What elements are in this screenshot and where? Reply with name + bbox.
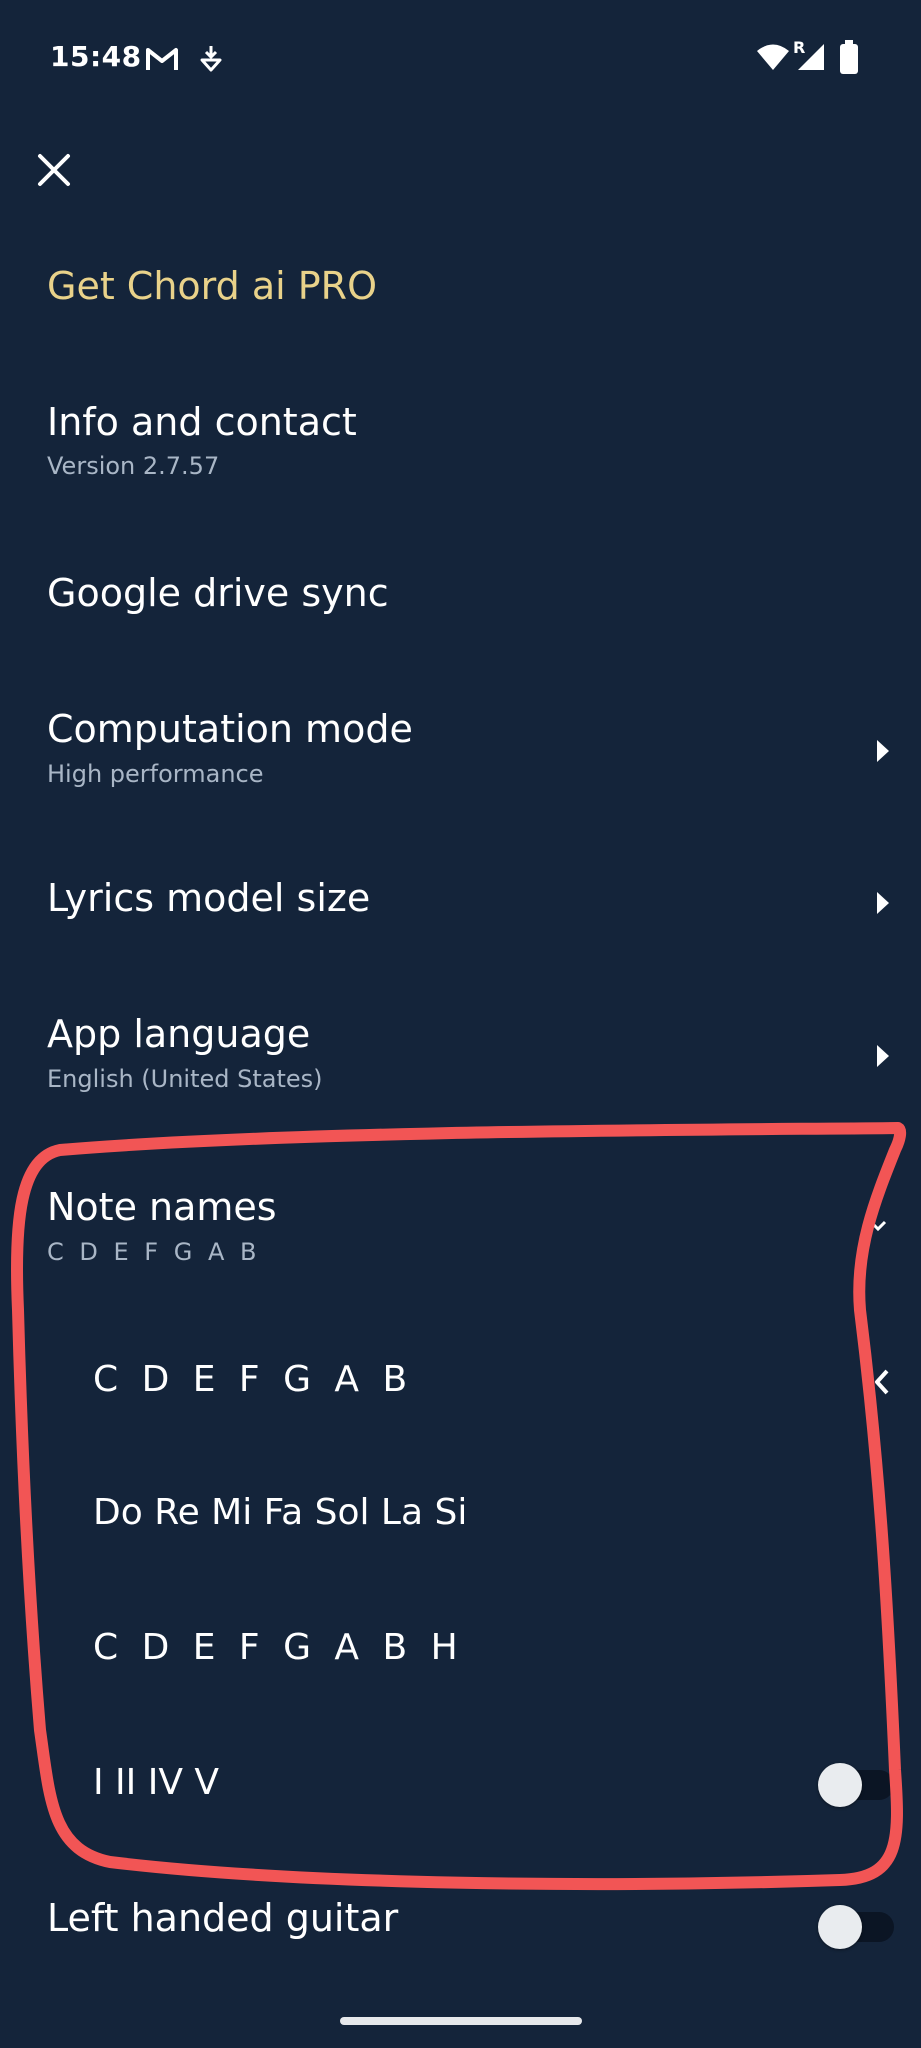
menu-item-google-drive-sync[interactable]: Google drive sync	[0, 545, 921, 645]
menu-item-lyrics-model-size[interactable]: Lyrics model size	[0, 860, 921, 960]
chevron-right-icon	[877, 740, 889, 762]
menu-item-get-pro[interactable]: Get Chord ai PRO	[0, 240, 921, 340]
lyrics-title: Lyrics model size	[47, 876, 371, 920]
chevron-left-icon	[875, 1369, 889, 1395]
signal-icon	[798, 44, 824, 70]
note-option-roman[interactable]: I II IV V	[0, 1730, 921, 1840]
note-names-value: C D E F G A B	[47, 1238, 261, 1266]
language-title: App language	[47, 1012, 311, 1056]
download-icon	[200, 46, 222, 72]
battery-icon	[840, 40, 858, 74]
note-option-label: C D E F G A B	[93, 1359, 414, 1400]
roman-toggle-knob[interactable]	[818, 1763, 862, 1807]
note-option-label: C D E F G A B H	[93, 1627, 464, 1668]
version-label: Version 2.7.57	[47, 452, 220, 480]
left-handed-title: Left handed guitar	[47, 1896, 399, 1940]
info-title: Info and contact	[47, 400, 357, 444]
computation-title: Computation mode	[47, 707, 413, 751]
menu-item-note-names[interactable]: Note names C D E F G A B	[0, 1165, 921, 1285]
gmail-icon	[146, 48, 178, 70]
get-pro-label: Get Chord ai PRO	[47, 264, 377, 308]
menu-item-left-handed-guitar[interactable]: Left handed guitar	[0, 1870, 921, 1980]
menu-item-app-language[interactable]: App language English (United States)	[0, 995, 921, 1115]
note-option-cdefgabh[interactable]: C D E F G A B H	[0, 1595, 921, 1705]
computation-value: High performance	[47, 760, 264, 788]
note-option-cdefgab[interactable]: C D E F G A B	[0, 1325, 921, 1435]
note-option-solfege[interactable]: Do Re Mi Fa Sol La Si	[0, 1460, 921, 1570]
chevron-right-icon	[877, 1045, 889, 1067]
home-indicator[interactable]	[340, 2017, 582, 2025]
menu-item-computation-mode[interactable]: Computation mode High performance	[0, 690, 921, 810]
note-option-label: Do Re Mi Fa Sol La Si	[93, 1492, 468, 1533]
wifi-icon	[757, 44, 789, 70]
note-names-title: Note names	[47, 1185, 277, 1229]
chevron-down-icon	[869, 1220, 887, 1232]
note-option-label: I II IV V	[93, 1762, 220, 1803]
close-icon[interactable]	[36, 152, 72, 188]
language-value: English (United States)	[47, 1065, 323, 1093]
chevron-right-icon	[877, 892, 889, 914]
status-time: 15:48	[50, 40, 142, 73]
drive-title: Google drive sync	[47, 571, 389, 615]
left-handed-toggle-knob[interactable]	[818, 1905, 862, 1949]
menu-item-info-contact[interactable]: Info and contact Version 2.7.57	[0, 380, 921, 500]
